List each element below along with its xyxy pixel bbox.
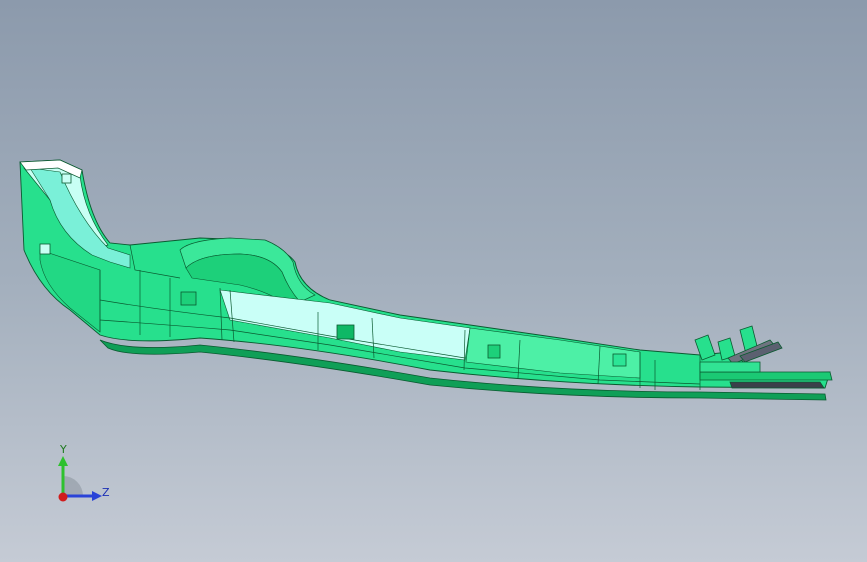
- y-axis-arrow-icon: [58, 456, 68, 466]
- triad-z-label: Z: [102, 486, 110, 499]
- triad-plane-quadrant: [63, 476, 83, 496]
- graphics-viewport[interactable]: Y Z: [0, 0, 867, 562]
- z-axis-arrow-icon: [92, 491, 102, 501]
- triad-y-label: Y: [60, 443, 67, 456]
- x-axis-origin-icon: [58, 492, 68, 502]
- 3d-model-view[interactable]: [0, 0, 867, 562]
- coordinate-triad: [58, 456, 102, 502]
